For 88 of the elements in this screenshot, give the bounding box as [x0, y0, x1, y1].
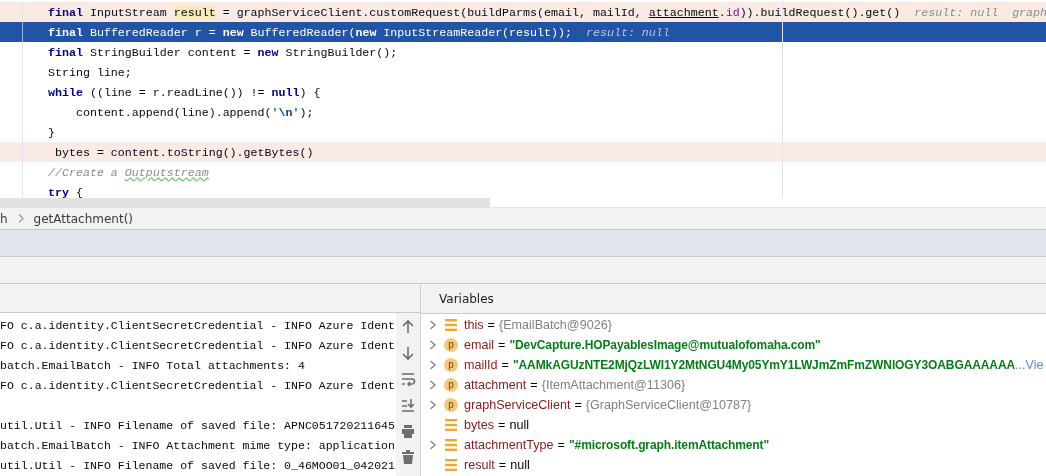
- print-icon[interactable]: [400, 423, 416, 439]
- code-text: result: [173, 5, 216, 19]
- console-output-line: FO c.a.identity.ClientSecretCredential - INFO Azure Ident: [0, 318, 396, 334]
- code-keyword: final: [48, 25, 83, 39]
- field-icon: [444, 438, 458, 452]
- code-string: ': [292, 105, 300, 119]
- code-comment: Outputstream: [124, 165, 209, 179]
- equals-sign: =: [498, 458, 507, 472]
- inline-value-hint: graph: [1012, 5, 1046, 19]
- equals-sign: =: [501, 358, 509, 372]
- parameter-icon: p: [444, 378, 458, 392]
- code-keyword: null: [271, 85, 300, 99]
- panel-tab[interactable]: Variables: [439, 291, 494, 306]
- code-keyword: try: [48, 185, 69, 198]
- variable-name: graphServiceClient: [464, 398, 571, 412]
- variable-name: result: [464, 458, 495, 472]
- code-text: {: [74, 185, 83, 198]
- code-text: .: [718, 5, 726, 19]
- variable-name: attachmentType: [464, 438, 554, 452]
- inline-value-hint: result: null: [914, 5, 999, 19]
- equals-sign: =: [498, 338, 506, 352]
- code-text: }: [48, 125, 55, 139]
- code-string: \n: [278, 105, 293, 119]
- horizontal-scrollbar[interactable]: [0, 198, 490, 207]
- equals-sign: =: [557, 438, 565, 452]
- variable-value: {GraphServiceClient@10787}: [585, 398, 752, 412]
- console-output-line: batch.EmailBatch - INFO Attachment mime type: application: [0, 438, 396, 454]
- code-text: BufferedReader(: [249, 25, 356, 39]
- code-text: ((line = r.readLine()) !=: [88, 85, 266, 99]
- scroll-to-end-icon[interactable]: [400, 397, 416, 413]
- code-text: String line;: [48, 65, 132, 79]
- variable-value: null: [510, 458, 530, 472]
- variable-value: {ItemAttachment@11306}: [541, 378, 686, 392]
- parameter-icon: p: [444, 358, 458, 372]
- code-text: InputStream: [88, 5, 168, 19]
- code-text: BufferedReader r =: [88, 25, 217, 39]
- variable-value: null: [509, 418, 530, 432]
- inline-value-hint: result: null: [586, 25, 670, 39]
- code-text: attachment: [648, 5, 719, 19]
- variable-name: bytes: [464, 418, 495, 432]
- console-output-line: batch.EmailBatch - INFO Total attachments: 4: [0, 358, 306, 374]
- variable-value: "#microsoft.graph.itemAttachment": [568, 438, 770, 452]
- variable-value: {EmailBatch@9026}: [498, 318, 612, 332]
- variable-value: "DevCapture.HOPayablesImage@mutualofomaha.com": [509, 338, 821, 352]
- code-keyword: final: [48, 5, 83, 19]
- breadcrumb-item[interactable]: getAttachment(): [33, 211, 134, 226]
- code-text: StringBuilder content =: [88, 45, 252, 59]
- code-string: ': [271, 105, 279, 119]
- code-text: id: [725, 5, 740, 19]
- soft-wrap-icon[interactable]: [400, 371, 416, 387]
- code-text: = graphServiceClient.customRequest(buildParms(email, mailId,: [221, 5, 643, 19]
- console-output-line: util.Util - INFO Filename of saved file: APNC051720211645: [0, 418, 396, 434]
- code-keyword: new: [355, 25, 377, 39]
- code-text: );: [299, 105, 314, 119]
- arrow-up-icon[interactable]: [400, 319, 416, 335]
- variable-name: mailId: [464, 358, 498, 372]
- equals-sign: =: [487, 318, 495, 332]
- equals-sign: =: [498, 418, 506, 432]
- variable-name: attachment: [464, 378, 527, 392]
- chevron-right-icon: [17, 214, 24, 223]
- variable-name: this: [464, 318, 484, 332]
- breadcrumb-item[interactable]: h: [0, 211, 8, 226]
- field-icon: [444, 418, 458, 432]
- parameter-icon: p: [444, 398, 458, 412]
- code-text: content.append(line).append(: [74, 105, 272, 119]
- code-keyword: new: [222, 25, 244, 39]
- console-output-line: FO c.a.identity.ClientSecretCredential - INFO Azure Ident: [0, 338, 396, 354]
- code-text: ) {: [299, 85, 321, 99]
- equals-sign: =: [574, 398, 582, 412]
- ellipsis: ...: [1015, 358, 1026, 372]
- code-keyword: final: [48, 45, 83, 59]
- equals-sign: =: [530, 378, 538, 392]
- code-text: StringBuilder();: [284, 45, 398, 59]
- code-keyword: new: [257, 45, 279, 59]
- trash-icon[interactable]: [400, 449, 416, 465]
- code-comment: //Create a: [48, 165, 119, 179]
- console-output-line: FO c.a.identity.ClientSecretCredential - INFO Azure Ident: [0, 378, 396, 394]
- code-keyword: while: [48, 85, 83, 99]
- field-icon: [444, 458, 458, 472]
- code-text: InputStreamReader(result));: [382, 25, 572, 39]
- arrow-down-icon[interactable]: [400, 345, 416, 361]
- field-icon: [444, 318, 458, 332]
- parameter-icon: p: [444, 338, 458, 352]
- code-text: bytes = content.toString().getBytes(): [54, 145, 314, 159]
- variable-name: email: [464, 338, 495, 352]
- variable-value: "AAMkAGUzNTE2MjQzLWI1Y2MtNGU4My05YmY1LWJmZmFmZWNlOGY3OABGAAAAAA: [512, 358, 1016, 372]
- console-output-line: util.Util - INFO Filename of saved file: 0_46MOO01_042021: [0, 458, 396, 474]
- code-text: )).buildRequest().get(): [739, 5, 901, 19]
